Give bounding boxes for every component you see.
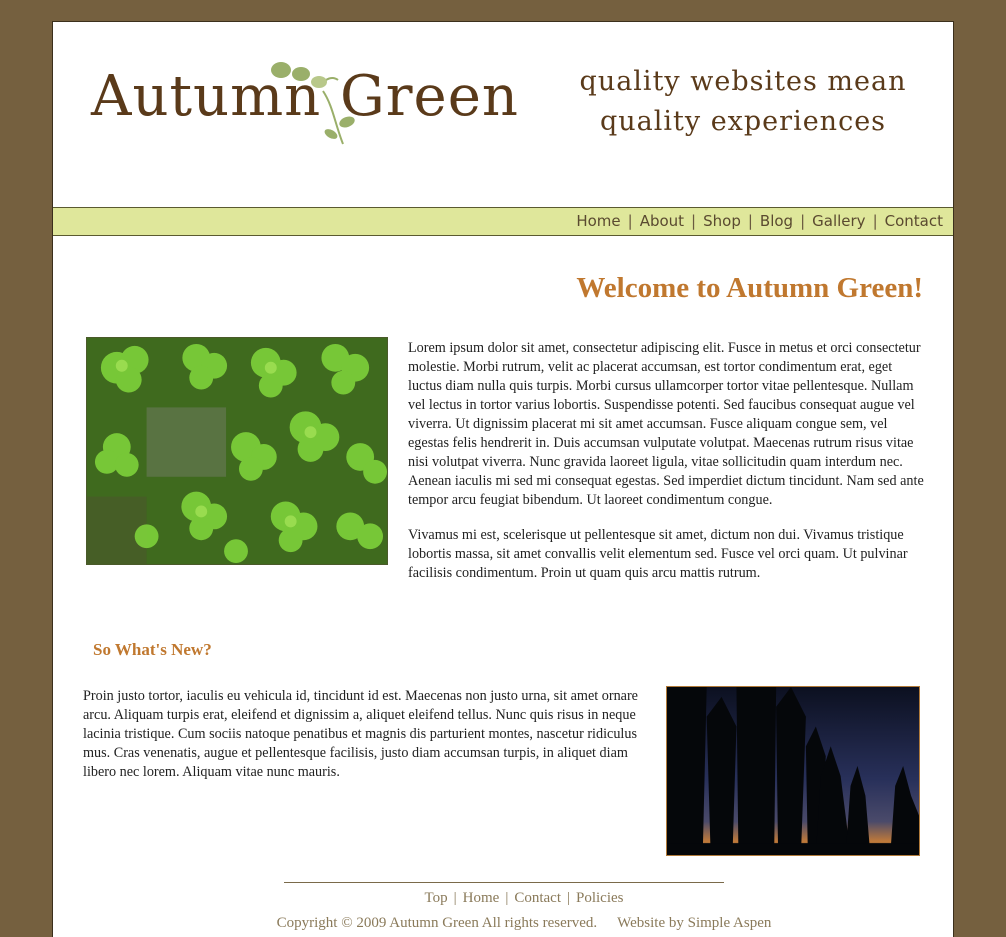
news-paragraph: Proin justo tortor, iaculis eu vehicula … [83, 688, 638, 780]
footer-link-home[interactable]: Home [463, 890, 500, 906]
footer-separator: | [566, 890, 570, 906]
nav-about[interactable]: About [640, 212, 684, 230]
nav-separator: | [872, 212, 878, 230]
section-title-whats-new: So What's New? [93, 640, 212, 659]
nav-separator: | [691, 212, 697, 230]
nav-shop[interactable]: Shop [703, 212, 741, 230]
vine-leaf-logo-icon [271, 62, 355, 145]
footer-nav: Top | Home | Contact | Policies [53, 890, 953, 907]
footer-link-contact[interactable]: Contact [514, 890, 561, 906]
nav-separator: | [800, 212, 806, 230]
footer-link-top[interactable]: Top [425, 890, 448, 906]
nav-separator: | [747, 212, 753, 230]
copyright-text: Copyright © 2009 Autumn Green All rights… [276, 915, 598, 931]
nav-separator: | [627, 212, 633, 230]
page-title: Welcome to Autumn Green! [576, 272, 923, 304]
footer-separator: | [453, 890, 457, 906]
tagline: quality websites mean quality experience… [573, 62, 913, 142]
tagline-line-1: quality websites mean [579, 66, 907, 97]
site-header: Autumn Green quality websites mean quali… [53, 22, 953, 207]
footer-link-policies[interactable]: Policies [576, 890, 624, 906]
page-container: Autumn Green quality websites mean quali… [52, 21, 954, 937]
tagline-line-2: quality experiences [599, 106, 887, 137]
nav-blog[interactable]: Blog [760, 212, 793, 230]
designer-credit-link[interactable]: Website by Simple Aspen [617, 915, 771, 931]
clover-photo [86, 337, 388, 565]
nav-contact[interactable]: Contact [885, 212, 943, 230]
footer-divider [284, 882, 724, 883]
forest-sunset-photo [666, 686, 920, 856]
footer-copyright: Copyright © 2009 Autumn Green All rights… [53, 915, 953, 932]
nav-gallery[interactable]: Gallery [812, 212, 865, 230]
main-nav: Home | About | Shop | Blog | Gallery | Contact [53, 207, 953, 236]
nav-home[interactable]: Home [576, 212, 620, 230]
footer-separator: | [505, 890, 509, 906]
